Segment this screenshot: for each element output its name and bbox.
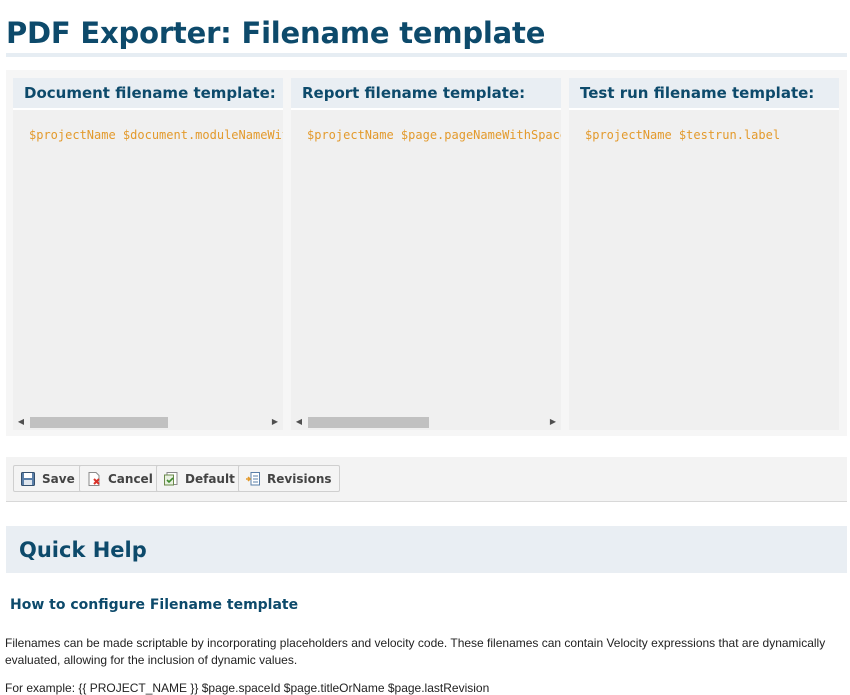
floppy-disk-icon — [20, 471, 36, 487]
title-divider — [6, 53, 847, 57]
document-template-panel: Document filename template: $projectName… — [13, 78, 283, 430]
document-template-header: Document filename template: — [13, 78, 283, 110]
help-paragraph: Filenames can be made scriptable by inco… — [5, 636, 826, 667]
page-title: PDF Exporter: Filename template — [6, 16, 546, 50]
quick-help-header: Quick Help — [6, 526, 847, 573]
document-template-editor[interactable]: $projectName $document.moduleNameWithSpa… — [29, 128, 283, 142]
cancel-button[interactable]: Cancel — [79, 465, 161, 492]
document-template-scrollbar[interactable]: ◀ ▶ — [13, 414, 283, 430]
action-toolbar: Save Cancel Default Revisions — [6, 457, 847, 502]
help-heading: How to configure Filename template — [10, 597, 299, 613]
save-label: Save — [42, 471, 75, 486]
scroll-thumb[interactable] — [30, 417, 168, 428]
default-reset-icon — [163, 471, 179, 487]
scroll-left-icon[interactable]: ◀ — [293, 414, 305, 430]
scroll-right-icon[interactable]: ▶ — [547, 414, 559, 430]
report-template-scrollbar[interactable]: ◀ ▶ — [291, 414, 561, 430]
default-label: Default — [185, 471, 235, 486]
revisions-label: Revisions — [267, 471, 332, 486]
report-template-editor[interactable]: $projectName $page.pageNameWithSpace — [307, 128, 561, 142]
revisions-button[interactable]: Revisions — [238, 465, 340, 492]
template-panels: Document filename template: $projectName… — [6, 70, 847, 436]
scroll-thumb[interactable] — [308, 417, 429, 428]
default-button[interactable]: Default — [156, 465, 243, 492]
help-example: For example: {{ PROJECT_NAME }} $page.sp… — [5, 681, 490, 695]
report-template-panel: Report filename template: $projectName $… — [291, 78, 561, 430]
scroll-right-icon[interactable]: ▶ — [269, 414, 281, 430]
testrun-template-editor[interactable]: $projectName $testrun.label — [585, 128, 839, 142]
cancel-document-icon — [86, 471, 102, 487]
save-button[interactable]: Save — [13, 465, 83, 492]
quick-help-title: Quick Help — [19, 538, 147, 562]
revisions-icon — [245, 471, 261, 487]
report-template-header: Report filename template: — [291, 78, 561, 110]
scroll-left-icon[interactable]: ◀ — [15, 414, 27, 430]
cancel-label: Cancel — [108, 471, 153, 486]
testrun-template-panel: Test run filename template: $projectName… — [569, 78, 839, 430]
testrun-template-header: Test run filename template: — [569, 78, 839, 110]
